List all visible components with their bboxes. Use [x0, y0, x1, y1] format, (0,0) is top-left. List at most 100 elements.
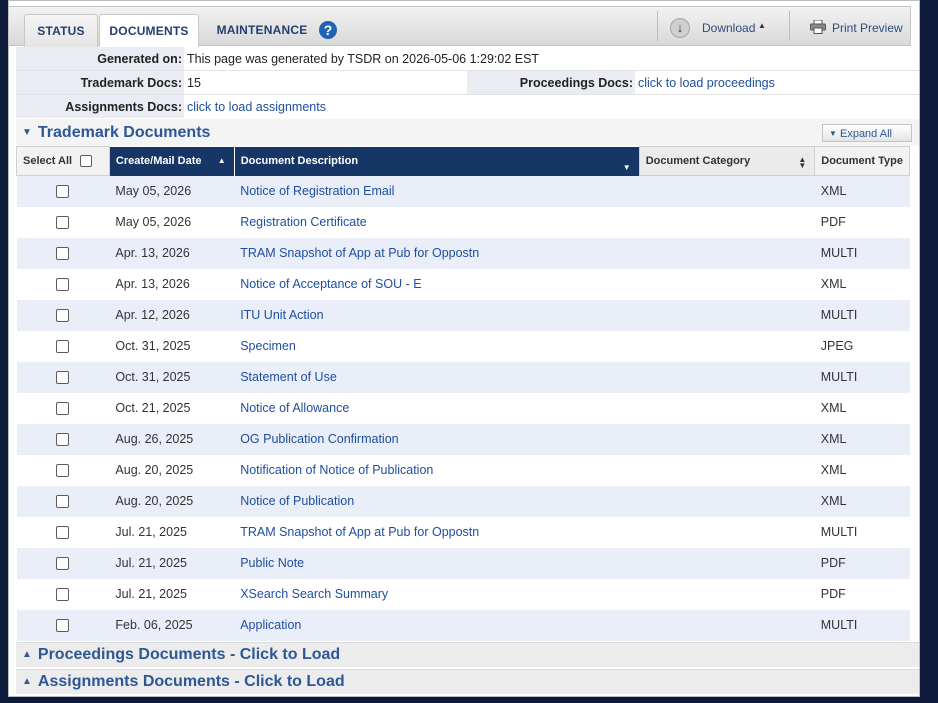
- row-description-link[interactable]: Registration Certificate: [234, 206, 640, 238]
- row-checkbox[interactable]: [56, 464, 70, 478]
- date-column-header[interactable]: Create/Mail Date ▲: [109, 146, 235, 176]
- row-description-link[interactable]: ITU Unit Action: [234, 299, 640, 331]
- row-category: [639, 175, 815, 207]
- row-description-link[interactable]: OG Publication Confirmation: [234, 423, 640, 455]
- expand-triangle-icon: ▲: [22, 649, 32, 660]
- tab-status[interactable]: STATUS: [24, 14, 98, 47]
- row-checkbox[interactable]: [56, 247, 70, 261]
- assignments-documents-toggle[interactable]: ▲ Assignments Documents - Click to Load: [22, 673, 345, 691]
- toolbar-divider: [657, 11, 658, 41]
- row-description-link[interactable]: Application: [234, 609, 640, 641]
- row-checkbox[interactable]: [56, 185, 70, 199]
- table-row: Apr. 13, 2026 Notice of Acceptance of SOU…: [16, 268, 910, 300]
- table-header-row: Select All Create/Mail Date ▲ Document D…: [16, 146, 910, 176]
- row-checkbox[interactable]: [56, 526, 70, 540]
- row-description-link[interactable]: Notice of Acceptance of SOU - E: [234, 268, 640, 300]
- printer-icon[interactable]: [810, 20, 826, 34]
- proceedings-documents-toggle[interactable]: ▲ Proceedings Documents - Click to Load: [22, 646, 340, 664]
- generated-on-row: Generated on: This page was generated by…: [16, 47, 919, 71]
- row-date: Feb. 06, 2025: [109, 609, 235, 641]
- row-checkbox[interactable]: [56, 216, 70, 230]
- table-row: Feb. 06, 2025 Application MULTI: [16, 609, 910, 641]
- row-checkbox[interactable]: [56, 340, 70, 354]
- row-checkbox-cell: [16, 454, 110, 486]
- row-description-link[interactable]: Notice of Publication: [234, 485, 640, 517]
- expand-all-label: Expand All: [839, 128, 892, 140]
- row-description-link[interactable]: Notice of Allowance: [234, 392, 640, 424]
- row-checkbox[interactable]: [56, 495, 70, 509]
- row-category: [639, 578, 815, 610]
- collapse-triangle-icon: ▼: [22, 127, 32, 138]
- row-checkbox[interactable]: [56, 557, 70, 571]
- table-row: Jul. 21, 2025 XSearch Search Summary PDF: [16, 578, 910, 610]
- tab-maintenance[interactable]: MAINTENANCE: [209, 14, 315, 47]
- description-column-header[interactable]: Document Description ▼: [233, 146, 640, 176]
- expand-triangle-icon: ▲: [22, 676, 32, 687]
- row-description-link[interactable]: TRAM Snapshot of App at Pub for Oppostn: [234, 237, 640, 269]
- row-checkbox[interactable]: [56, 371, 70, 385]
- download-button[interactable]: Download: [702, 21, 755, 35]
- row-description-link[interactable]: Notice of Registration Email: [234, 175, 640, 207]
- category-header-label: Document Category: [645, 155, 751, 167]
- row-description-link[interactable]: XSearch Search Summary: [234, 578, 640, 610]
- row-date: Oct. 31, 2025: [109, 361, 235, 393]
- select-all-checkbox[interactable]: [80, 155, 93, 168]
- row-date: Apr. 13, 2026: [109, 237, 235, 269]
- row-type: PDF: [814, 578, 910, 610]
- row-date: Jul. 21, 2025: [109, 578, 235, 610]
- row-category: [639, 423, 815, 455]
- row-category: [639, 516, 815, 548]
- row-type: MULTI: [814, 237, 910, 269]
- row-checkbox[interactable]: [56, 402, 70, 416]
- type-column-header: Document Type: [814, 146, 910, 176]
- help-icon[interactable]: ?: [319, 21, 337, 39]
- row-description-link[interactable]: Public Note: [234, 547, 640, 579]
- row-type: XML: [814, 175, 910, 207]
- row-checkbox[interactable]: [56, 588, 70, 602]
- row-type: XML: [814, 423, 910, 455]
- row-checkbox-cell: [16, 361, 110, 393]
- row-category: [639, 392, 815, 424]
- generated-on-label: Generated on:: [97, 52, 182, 66]
- row-checkbox[interactable]: [56, 619, 70, 633]
- row-description-link[interactable]: Statement of Use: [234, 361, 640, 393]
- download-arrow-icon[interactable]: ↓: [670, 18, 690, 38]
- row-checkbox-cell: [16, 330, 110, 362]
- row-checkbox[interactable]: [56, 433, 70, 447]
- row-description-link[interactable]: Notification of Notice of Publication: [234, 454, 640, 486]
- row-checkbox-cell: [16, 578, 110, 610]
- table-row: May 05, 2026 Registration Certificate PDF: [16, 206, 910, 238]
- row-checkbox-cell: [16, 485, 110, 517]
- row-type: MULTI: [814, 609, 910, 641]
- print-preview-button[interactable]: Print Preview: [832, 21, 903, 35]
- load-assignments-link[interactable]: click to load assignments: [187, 100, 326, 114]
- load-proceedings-link[interactable]: click to load proceedings: [638, 76, 775, 90]
- caret-down-icon: ▼: [829, 129, 837, 138]
- row-date: Aug. 26, 2025: [109, 423, 235, 455]
- row-category: [639, 299, 815, 331]
- row-type: PDF: [814, 206, 910, 238]
- row-date: Jul. 21, 2025: [109, 516, 235, 548]
- row-checkbox-cell: [16, 299, 110, 331]
- row-description-link[interactable]: TRAM Snapshot of App at Pub for Oppostn: [234, 516, 640, 548]
- tab-documents[interactable]: DOCUMENTS: [99, 14, 199, 48]
- table-row: Jul. 21, 2025 Public Note PDF: [16, 547, 910, 579]
- row-category: [639, 361, 815, 393]
- row-description-link[interactable]: Specimen: [234, 330, 640, 362]
- row-type: XML: [814, 268, 910, 300]
- row-type: JPEG: [814, 330, 910, 362]
- row-date: Apr. 12, 2026: [109, 299, 235, 331]
- category-column-header[interactable]: Document Category ▲ ▼: [638, 146, 816, 176]
- expand-all-button[interactable]: ▼ Expand All: [822, 124, 912, 142]
- caret-up-icon[interactable]: ▲: [758, 21, 766, 30]
- row-category: [639, 609, 815, 641]
- row-checkbox[interactable]: [56, 309, 70, 323]
- toolbar-divider: [789, 11, 790, 41]
- row-checkbox-cell: [16, 206, 110, 238]
- trademark-documents-toggle[interactable]: ▼ Trademark Documents: [22, 124, 210, 142]
- row-type: MULTI: [814, 299, 910, 331]
- assignments-documents-title: Assignments Documents - Click to Load: [37, 673, 345, 690]
- filter-dropdown-icon[interactable]: ▼: [623, 163, 631, 171]
- row-category: [639, 268, 815, 300]
- row-checkbox[interactable]: [56, 278, 70, 292]
